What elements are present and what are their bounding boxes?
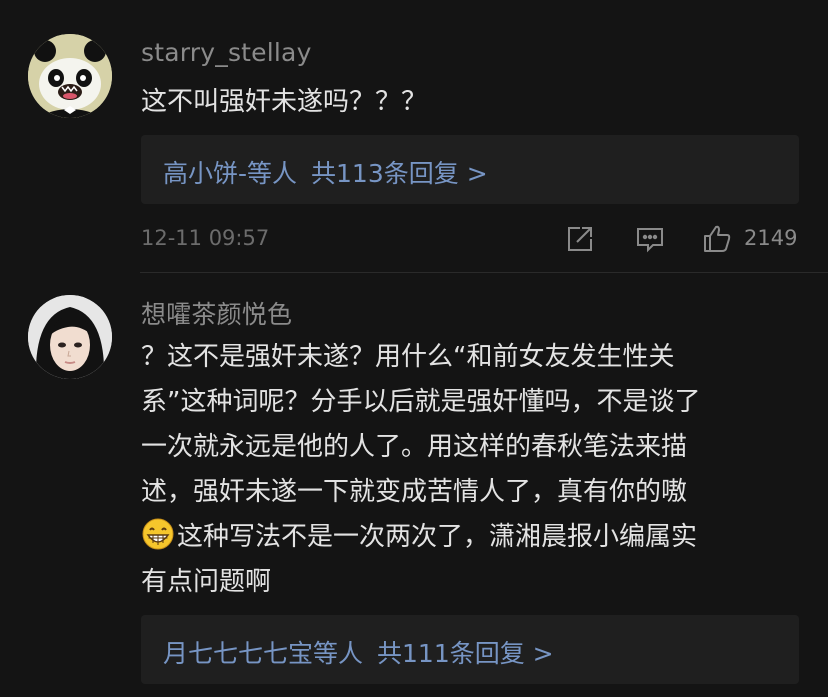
- comment-list: starry_stellay 这不叫强奸未遂吗？？？ 高小饼-等人 共113条回复…: [0, 0, 828, 697]
- comment-line: 这种写法不是一次两次了，潇湘晨报小编属实: [141, 515, 801, 560]
- comment-meta: 12-11 09:57 2149: [0, 222, 828, 258]
- reply-count-link[interactable]: 共113条回复 >: [311, 159, 488, 188]
- username[interactable]: 想嚯茶颜悦色: [141, 295, 292, 331]
- comment-line-text: 这种写法不是一次两次了，潇湘晨报小编属实: [177, 522, 698, 552]
- reply-authors: 高小饼-等人: [163, 159, 298, 188]
- reply-count-link[interactable]: 共111条回复 >: [377, 639, 554, 668]
- comment-line: 系”这种词呢？分手以后就是强奸懂吗，不是谈了: [141, 387, 701, 417]
- comment-text: 这不叫强奸未遂吗？？？: [141, 87, 428, 117]
- replies-preview[interactable]: 高小饼-等人 共113条回复 >: [141, 135, 799, 204]
- like-count: 2149: [744, 226, 798, 250]
- timestamp: 12-11 09:57: [141, 226, 270, 250]
- person-avatar[interactable]: [28, 295, 112, 379]
- comment-line: 有点问题啊: [141, 567, 272, 597]
- thumbs-up-icon[interactable]: [700, 222, 734, 256]
- comment-item: 想嚯茶颜悦色 ？这不是强奸未遂？用什么“和前女友发生性关 系”这种词呢？分手以后…: [0, 273, 828, 697]
- grinning-emoji: [141, 517, 175, 551]
- comment-text: ？这不是强奸未遂？用什么“和前女友发生性关 系”这种词呢？分手以后就是强奸懂吗，…: [141, 335, 801, 605]
- share-icon[interactable]: [563, 222, 597, 256]
- replies-preview[interactable]: 月七七七七宝等人 共111条回复 >: [141, 615, 799, 684]
- username[interactable]: starry_stellay: [141, 38, 312, 67]
- comment-icon[interactable]: [633, 222, 667, 256]
- reply-authors: 月七七七七宝等人: [163, 639, 364, 668]
- panda-avatar[interactable]: [28, 34, 112, 118]
- comment-line: ？这不是强奸未遂？用什么“和前女友发生性关: [141, 342, 675, 372]
- comment-line: 述，强奸未遂一下就变成苦情人了，真有你的嗷: [141, 477, 688, 507]
- comment-line: 一次就永远是他的人了。用这样的春秋笔法来描: [141, 432, 688, 462]
- comment-item: starry_stellay 这不叫强奸未遂吗？？？ 高小饼-等人 共113条回复…: [0, 0, 828, 272]
